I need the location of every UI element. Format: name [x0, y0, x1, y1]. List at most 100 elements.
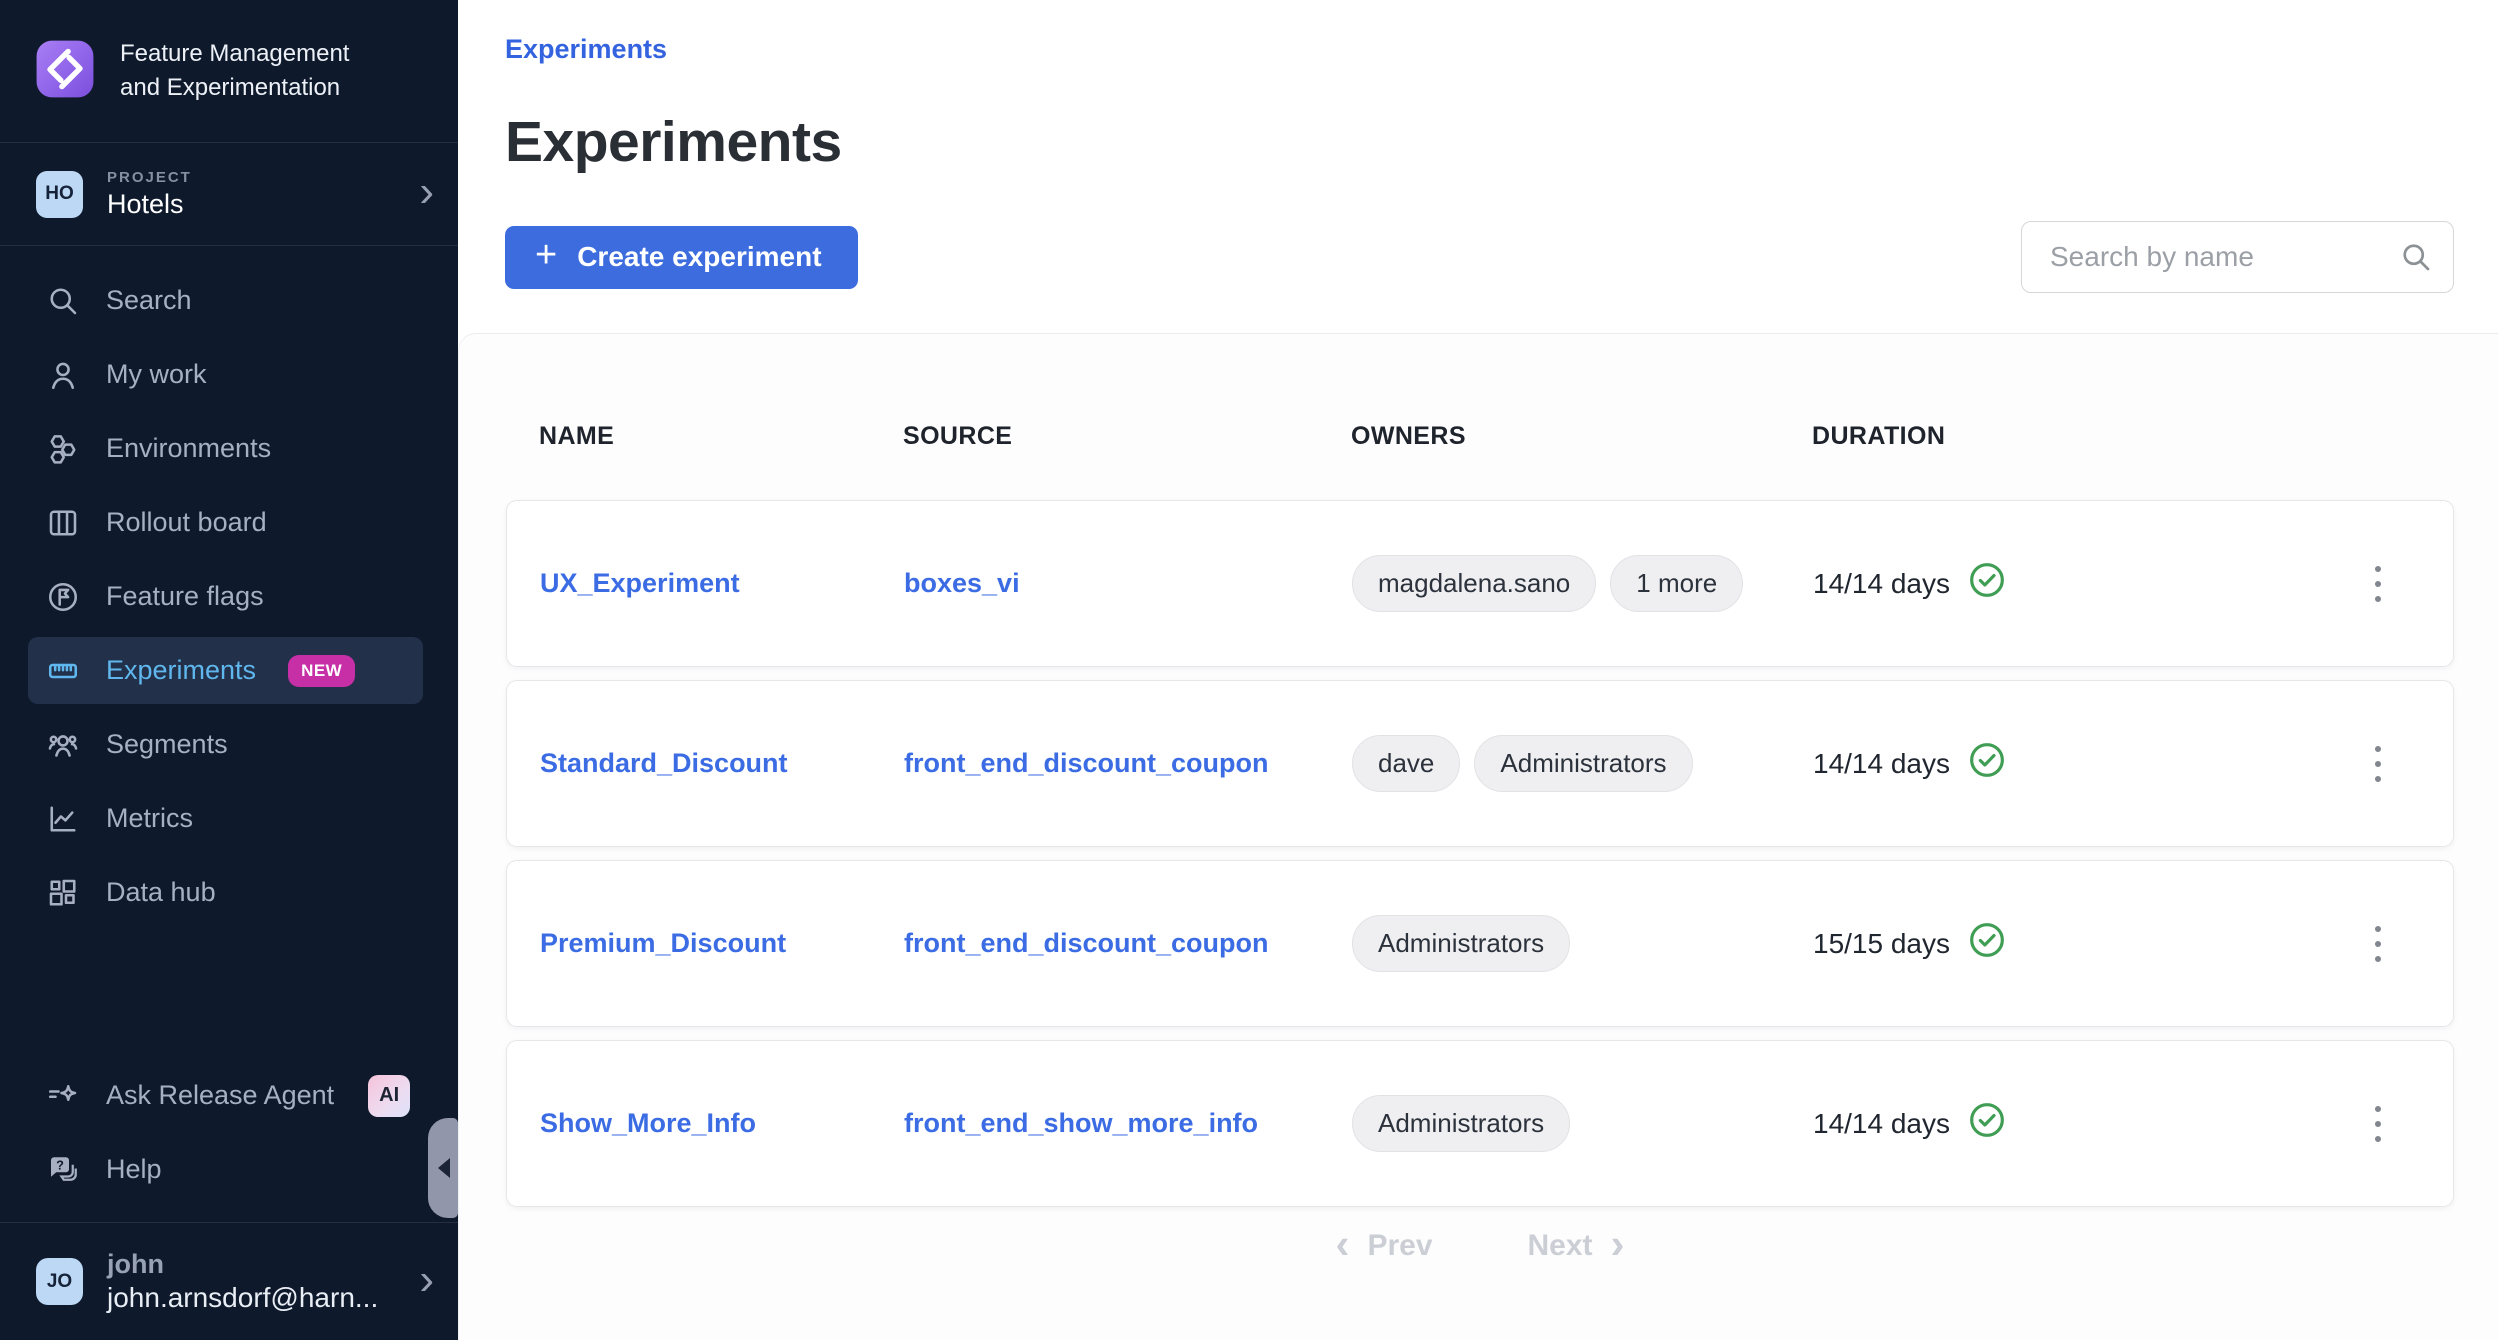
sidebar-item-label: Feature flags — [106, 581, 264, 612]
status-complete-icon — [1967, 920, 2007, 967]
table-header-row: NAMESOURCEOWNERSDURATION — [506, 422, 2454, 452]
app-window: Feature Management and Experimentation H… — [0, 0, 2498, 1340]
collapse-left-icon — [428, 1158, 450, 1178]
user-name: john — [107, 1249, 378, 1280]
rollout-board-icon — [44, 504, 82, 542]
sidebar-item-label: Segments — [106, 729, 228, 760]
experiment-name-link[interactable]: Show_More_Info — [540, 1108, 756, 1138]
search-input[interactable] — [2021, 221, 2454, 293]
app-logo-icon — [34, 38, 96, 105]
sidebar-item-label: My work — [106, 359, 207, 390]
table-row: Show_More_Info front_end_show_more_info Ad… — [506, 1040, 2454, 1207]
new-badge: NEW — [288, 655, 355, 687]
create-experiment-button[interactable]: + Create experiment — [505, 226, 858, 289]
status-complete-icon — [1967, 740, 2007, 787]
metrics-icon — [44, 800, 82, 838]
search-box — [2021, 221, 2454, 293]
sidebar-item-search[interactable]: Search — [28, 267, 423, 334]
next-label: Next — [1528, 1229, 1593, 1263]
app-title: Feature Management and Experimentation — [120, 37, 388, 105]
svg-text:?: ? — [56, 1157, 64, 1172]
project-label: PROJECT — [107, 169, 192, 186]
plus-icon: + — [535, 234, 557, 277]
project-selector[interactable]: HO PROJECT Hotels › — [0, 143, 458, 246]
sidebar-item-my-work[interactable]: My work — [28, 341, 423, 408]
help-icon: ? — [44, 1151, 82, 1189]
owner-pill: magdalena.sano — [1352, 555, 1596, 612]
search-icon — [44, 282, 82, 320]
page-title: Experiments — [505, 109, 2454, 175]
project-name: Hotels — [107, 189, 192, 220]
sidebar-item-segments[interactable]: Segments — [28, 711, 423, 778]
row-actions-kebab-icon[interactable] — [2323, 1096, 2433, 1152]
source-link[interactable]: front_end_discount_coupon — [904, 748, 1269, 778]
sidebar-item-data-hub[interactable]: Data hub — [28, 859, 423, 926]
sidebar-item-feature-flags[interactable]: Feature flags — [28, 563, 423, 630]
column-header-source: SOURCE — [903, 422, 1351, 452]
sidebar-item-label: Experiments — [106, 655, 256, 686]
duration-text: 15/15 days — [1813, 928, 1950, 960]
pagination: ‹ Prev Next › — [506, 1229, 2454, 1263]
status-complete-icon — [1967, 1100, 2007, 1147]
source-link[interactable]: boxes_vi — [904, 568, 1020, 598]
owners-cell: Administrators — [1352, 1095, 1813, 1152]
create-experiment-label: Create experiment — [577, 241, 821, 273]
owners-cell: magdalena.sano1 more — [1352, 555, 1813, 612]
sidebar-item-ask-release-agent[interactable]: Ask Release AgentAI — [28, 1062, 423, 1129]
table-row: Premium_Discount front_end_discount_coupo… — [506, 860, 2454, 1027]
experiment-name-link[interactable]: UX_Experiment — [540, 568, 740, 598]
ai-badge: AI — [368, 1075, 410, 1117]
experiment-name-link[interactable]: Premium_Discount — [540, 928, 786, 958]
table-body: UX_Experiment boxes_vi magdalena.sano1 mor… — [506, 500, 2454, 1207]
duration-text: 14/14 days — [1813, 1108, 1950, 1140]
sidebar-item-label: Data hub — [106, 877, 216, 908]
sidebar-item-help[interactable]: ? Help — [28, 1136, 423, 1203]
main-content: Experiments Experiments + Create experim… — [458, 0, 2498, 1340]
duration-text: 14/14 days — [1813, 748, 1950, 780]
owner-pill: Administrators — [1352, 915, 1570, 972]
environments-icon — [44, 430, 82, 468]
table-row: Standard_Discount front_end_discount_coup… — [506, 680, 2454, 847]
prev-page-button[interactable]: ‹ Prev — [1335, 1229, 1432, 1263]
sidebar-item-label: Rollout board — [106, 507, 267, 538]
next-page-button[interactable]: Next › — [1528, 1229, 1625, 1263]
row-actions-kebab-icon[interactable] — [2323, 916, 2433, 972]
release-agent-icon — [44, 1077, 82, 1115]
breadcrumb[interactable]: Experiments — [505, 34, 667, 65]
sidebar: Feature Management and Experimentation H… — [0, 0, 458, 1340]
source-link[interactable]: front_end_show_more_info — [904, 1108, 1258, 1138]
sidebar-item-label: Metrics — [106, 803, 193, 834]
segments-icon — [44, 726, 82, 764]
user-menu[interactable]: JO john john.arnsdorf@harn... › — [0, 1222, 458, 1340]
row-actions-kebab-icon[interactable] — [2323, 736, 2433, 792]
user-email: john.arnsdorf@harn... — [107, 1282, 378, 1314]
owners-cell: Administrators — [1352, 915, 1813, 972]
experiments-icon — [44, 652, 82, 690]
status-complete-icon — [1967, 560, 2007, 607]
owners-cell: daveAdministrators — [1352, 735, 1813, 792]
sidebar-item-environments[interactable]: Environments — [28, 415, 423, 482]
app-brand[interactable]: Feature Management and Experimentation — [0, 0, 458, 143]
sidebar-item-metrics[interactable]: Metrics — [28, 785, 423, 852]
column-header-name: NAME — [539, 422, 903, 452]
source-link[interactable]: front_end_discount_coupon — [904, 928, 1269, 958]
sidebar-collapse-handle[interactable] — [428, 1118, 458, 1218]
sidebar-footer-nav: Ask Release AgentAI? Help — [0, 1055, 458, 1222]
sidebar-item-experiments[interactable]: Experiments NEW — [28, 637, 423, 704]
owner-pill: 1 more — [1610, 555, 1743, 612]
experiments-list-panel: NAMESOURCEOWNERSDURATION UX_Experiment bo… — [458, 333, 2498, 1340]
feature-flags-icon — [44, 578, 82, 616]
row-actions-kebab-icon[interactable] — [2323, 556, 2433, 612]
project-avatar: HO — [36, 171, 83, 218]
sidebar-item-label: Help — [106, 1154, 162, 1185]
chevron-right-icon: › — [419, 1258, 434, 1302]
sidebar-nav: Search My work Environments Rollout board Fe… — [0, 246, 458, 933]
data-hub-icon — [44, 874, 82, 912]
my-work-icon — [44, 356, 82, 394]
user-avatar: JO — [36, 1258, 83, 1305]
prev-label: Prev — [1367, 1229, 1432, 1263]
sidebar-item-rollout-board[interactable]: Rollout board — [28, 489, 423, 556]
experiment-name-link[interactable]: Standard_Discount — [540, 748, 788, 778]
owner-pill: dave — [1352, 735, 1460, 792]
sidebar-item-label: Environments — [106, 433, 271, 464]
